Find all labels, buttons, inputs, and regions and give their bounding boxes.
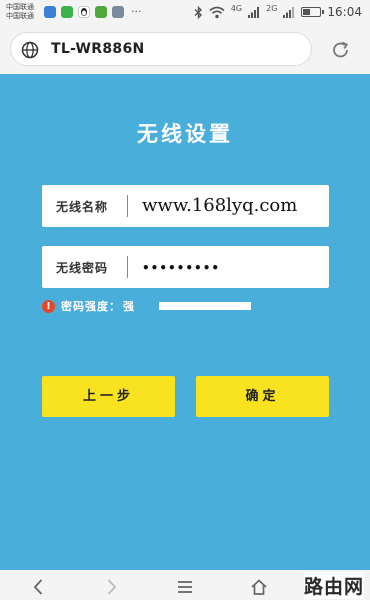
wifi-icon [209,6,225,18]
app-icon-green2 [95,6,107,18]
password-strength: ! 密码强度： 强 [42,298,251,314]
battery-level [303,9,311,15]
field-divider [127,256,128,278]
previous-step-button[interactable]: 上一步 [42,376,175,417]
warning-icon: ! [42,299,55,313]
browser-address-bar: TL-WR886N [0,26,370,74]
wireless-settings-page: 无线设置 无线名称 www.168lyq.com 无线密码 ••••••••• … [0,74,370,570]
field-divider [127,195,128,217]
status-bar: 中国联通 中国联通 ··· 4G 2G 16:04 [0,0,370,26]
app-icon-gray [112,6,124,18]
confirm-button[interactable]: 确定 [196,376,329,417]
page-title: 无线设置 [137,122,233,146]
strength-bar-fill [159,302,251,310]
strength-label: 密码强度： [61,300,121,313]
home-icon[interactable] [250,578,268,596]
ssid-input[interactable]: www.168lyq.com [142,195,297,216]
ssid-field[interactable]: 无线名称 www.168lyq.com [42,185,329,227]
url-field[interactable]: TL-WR886N [10,32,312,66]
password-label: 无线密码 [56,261,109,275]
url-text: TL-WR886N [51,41,145,57]
carrier-line-2: 中国联通 [6,12,34,20]
globe-icon [21,41,39,59]
notification-icons: ··· [44,6,142,18]
signal-icon-2 [283,7,295,18]
strength-value: 强 [123,300,134,313]
app-icon-green [61,6,73,18]
clock: 16:04 [327,5,362,19]
menu-icon[interactable] [176,578,194,596]
battery-icon [301,7,325,17]
network-4g-label: 4G [230,4,243,13]
browser-bottom-bar: 路由网 [0,570,370,600]
forward-icon[interactable] [102,578,120,596]
password-field[interactable]: 无线密码 ••••••••• [42,246,329,288]
more-notifications: ··· [131,5,142,18]
system-status: 4G 2G 16:04 [194,5,362,19]
qq-icon [78,6,90,18]
app-icon-blue [44,6,56,18]
bluetooth-icon [194,5,202,19]
ssid-label: 无线名称 [56,200,109,214]
carrier-label: 中国联通 中国联通 [6,3,34,21]
reload-icon[interactable] [330,39,352,61]
network-2g-label: 2G [266,4,278,13]
signal-icon-1 [248,7,260,18]
password-input[interactable]: ••••••••• [142,261,220,275]
watermark: 路由网 [303,572,364,599]
back-icon[interactable] [30,578,48,596]
strength-bar [159,302,251,310]
carrier-line-1: 中国联通 [6,3,34,11]
